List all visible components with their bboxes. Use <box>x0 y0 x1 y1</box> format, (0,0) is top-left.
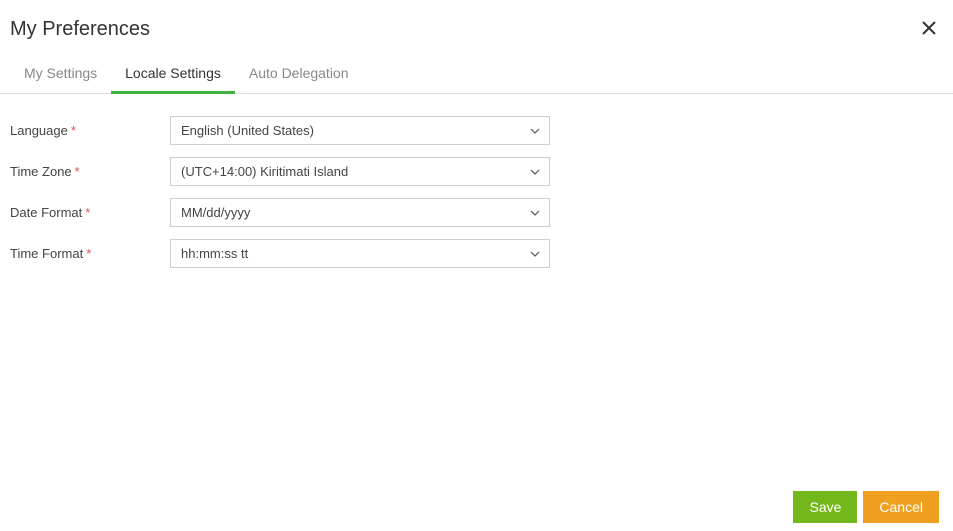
timeformat-select-value: hh:mm:ss tt <box>170 239 550 268</box>
language-select-value: English (United States) <box>170 116 550 145</box>
tab-auto-delegation[interactable]: Auto Delegation <box>235 55 363 94</box>
timeformat-select[interactable]: hh:mm:ss tt <box>170 239 550 268</box>
save-button[interactable]: Save <box>793 491 857 523</box>
close-button[interactable] <box>921 18 943 40</box>
tab-my-settings[interactable]: My Settings <box>10 55 111 94</box>
timezone-select[interactable]: (UTC+14:00) Kiritimati Island <box>170 157 550 186</box>
required-marker: * <box>85 205 90 220</box>
timezone-select-value: (UTC+14:00) Kiritimati Island <box>170 157 550 186</box>
row-dateformat: Date Format* MM/dd/yyyy <box>10 198 943 227</box>
row-timeformat: Time Format* hh:mm:ss tt <box>10 239 943 268</box>
tabs-container: My Settings Locale Settings Auto Delegat… <box>0 55 953 94</box>
label-language: Language* <box>10 123 170 138</box>
label-timezone: Time Zone* <box>10 164 170 179</box>
dialog-footer: Save Cancel <box>793 491 939 523</box>
tabs: My Settings Locale Settings Auto Delegat… <box>10 55 953 93</box>
page-title: My Preferences <box>10 18 150 41</box>
form-area: Language* English (United States) Time Z… <box>0 94 953 290</box>
tab-locale-settings[interactable]: Locale Settings <box>111 55 235 94</box>
dateformat-select-value: MM/dd/yyyy <box>170 198 550 227</box>
required-marker: * <box>75 164 80 179</box>
dialog-header: My Preferences <box>0 0 953 55</box>
required-marker: * <box>71 123 76 138</box>
required-marker: * <box>86 246 91 261</box>
language-select[interactable]: English (United States) <box>170 116 550 145</box>
row-timezone: Time Zone* (UTC+14:00) Kiritimati Island <box>10 157 943 186</box>
label-dateformat: Date Format* <box>10 205 170 220</box>
cancel-button[interactable]: Cancel <box>863 491 939 523</box>
close-icon <box>922 21 936 38</box>
label-timeformat: Time Format* <box>10 246 170 261</box>
dateformat-select[interactable]: MM/dd/yyyy <box>170 198 550 227</box>
row-language: Language* English (United States) <box>10 116 943 145</box>
